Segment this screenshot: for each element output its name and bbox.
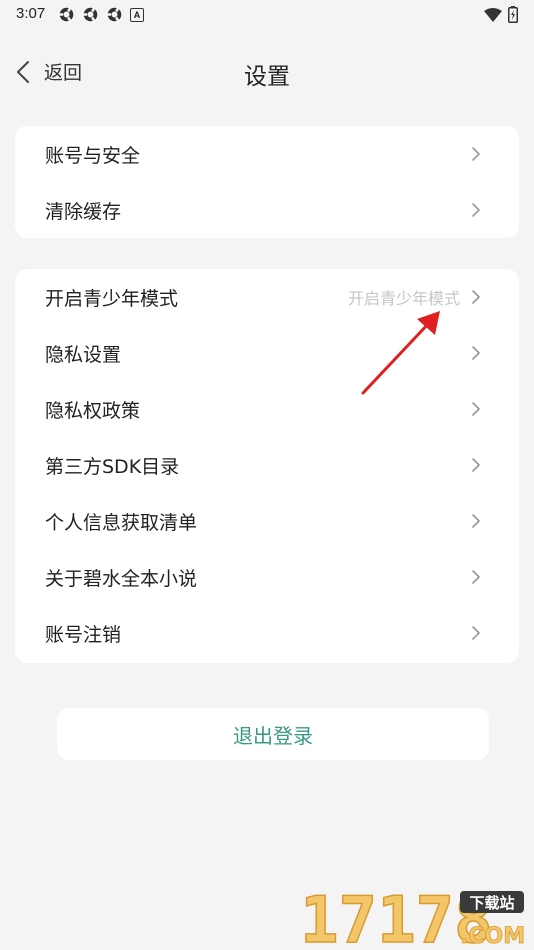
about-app-item[interactable]: 关于碧水全本小说 (15, 549, 519, 605)
clear-cache-item[interactable]: 清除缓存 (15, 182, 519, 238)
chevron-right-icon (472, 514, 480, 528)
wifi-icon (484, 7, 502, 22)
gear-icon (106, 6, 122, 23)
watermark-badge: 下载站 (469, 894, 514, 912)
personal-info-list-item[interactable]: 个人信息获取清单 (15, 493, 519, 549)
app-notification-icon: A (130, 8, 144, 22)
row-label: 清除缓存 (45, 200, 122, 223)
arrow-annotation (361, 311, 440, 395)
notification-icons: A (58, 6, 144, 23)
nav-bar: 返回 设置 (0, 44, 534, 100)
watermark-logo: 17178 下载站 .COM (300, 888, 526, 948)
battery-icon (508, 6, 518, 23)
watermark-suffix: .COM (460, 924, 525, 948)
row-label: 账号注销 (45, 623, 122, 646)
system-status-icons (484, 6, 518, 23)
chevron-right-icon (472, 402, 480, 416)
logout-button[interactable]: 退出登录 (57, 708, 489, 760)
row-label: 个人信息获取清单 (45, 511, 198, 534)
account-security-item[interactable]: 账号与安全 (15, 126, 519, 182)
logout-label: 退出登录 (233, 723, 313, 748)
gear-icon (58, 6, 74, 23)
chevron-right-icon (472, 203, 480, 217)
row-label: 第三方SDK目录 (45, 455, 180, 478)
page-title: 设置 (244, 64, 290, 90)
chevron-right-icon (472, 346, 480, 360)
settings-card-account: 账号与安全 清除缓存 (15, 126, 519, 238)
status-bar: 3:07 A (0, 0, 534, 30)
row-label: 隐私设置 (45, 343, 122, 366)
status-time: 3:07 (16, 5, 46, 22)
row-label: 隐私权政策 (45, 399, 141, 422)
chevron-right-icon (472, 458, 480, 472)
chevron-right-icon (472, 570, 480, 584)
chevron-right-icon (472, 147, 480, 161)
chevron-right-icon (472, 626, 480, 640)
gear-icon (82, 6, 98, 23)
row-label: 开启青少年模式 (45, 287, 179, 310)
delete-account-item[interactable]: 账号注销 (15, 605, 519, 661)
chevron-right-icon (472, 290, 480, 304)
third-party-sdk-item[interactable]: 第三方SDK目录 (15, 437, 519, 493)
row-label: 账号与安全 (45, 144, 141, 167)
row-label: 关于碧水全本小说 (45, 567, 198, 590)
